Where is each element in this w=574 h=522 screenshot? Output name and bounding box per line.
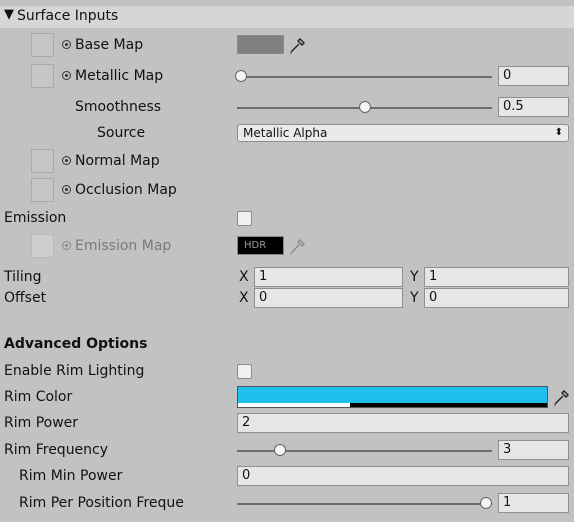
emission-map-label: Emission Map [62,238,171,254]
rim-per-position-value-field[interactable]: 1 [498,493,569,513]
rim-per-position-row: Rim Per Position Freque 1 [0,491,574,517]
texture-target-icon[interactable] [62,185,71,194]
enable-rim-row: Enable Rim Lighting [0,359,574,385]
rim-frequency-value-field[interactable]: 3 [498,440,569,460]
emission-map-row: Emission Map HDR [0,234,574,260]
occlusion-map-label: Occlusion Map [62,182,177,198]
source-label: Source [97,125,146,141]
normal-map-row: Normal Map [0,149,574,175]
rim-min-power-label: Rim Min Power [19,468,123,484]
emission-hdr-swatch[interactable]: HDR [237,236,284,255]
rim-per-position-slider-handle[interactable] [480,497,492,509]
rim-frequency-label: Rim Frequency [4,442,109,458]
rim-min-power-field[interactable]: 0 [237,466,569,486]
normal-map-texture-slot[interactable] [31,149,54,173]
dropdown-arrows-icon: ⬍ [554,127,563,138]
tiling-y-label: Y [410,269,419,285]
texture-target-icon[interactable] [62,40,71,49]
tiling-y-field[interactable]: 1 [424,267,569,287]
rim-min-power-row: Rim Min Power 0 [0,464,574,490]
rim-color-label: Rim Color [4,389,73,405]
base-map-label: Base Map [62,37,143,53]
tiling-x-field[interactable]: 1 [254,267,403,287]
offset-x-field[interactable]: 0 [254,288,403,308]
offset-y-field[interactable]: 0 [424,288,569,308]
metallic-map-row: Metallic Map 0 [0,64,574,90]
metallic-map-label: Metallic Map [62,68,163,84]
offset-label: Offset [4,290,47,306]
smoothness-value-field[interactable]: 0.5 [498,97,569,117]
eyedropper-icon[interactable] [288,236,306,256]
metallic-value-field[interactable]: 0 [498,66,569,86]
rim-color-swatch[interactable] [237,386,548,408]
section-title: Surface Inputs [17,8,119,24]
smoothness-label: Smoothness [75,99,162,115]
rim-per-position-slider-track[interactable] [237,503,492,505]
rim-per-position-label: Rim Per Position Freque [19,495,184,511]
eyedropper-icon[interactable] [552,387,570,407]
emission-label: Emission [4,210,67,226]
rim-frequency-row: Rim Frequency 3 [0,438,574,464]
texture-target-icon[interactable] [62,71,71,80]
source-selected-value: Metallic Alpha [243,126,328,140]
occlusion-map-row: Occlusion Map [0,178,574,204]
base-map-texture-slot[interactable] [31,33,54,57]
rim-color-row: Rim Color [0,385,574,411]
metallic-slider-handle[interactable] [235,70,247,82]
emission-row: Emission [0,206,574,232]
occlusion-map-texture-slot[interactable] [31,178,54,202]
advanced-options-heading: Advanced Options [4,336,148,352]
metallic-slider-track[interactable] [237,76,492,78]
offset-x-label: X [239,290,249,306]
rim-frequency-slider-handle[interactable] [274,444,286,456]
base-map-row: Base Map [0,33,574,59]
rim-power-field[interactable]: 2 [237,413,569,433]
offset-y-label: Y [410,290,419,306]
smoothness-slider-handle[interactable] [359,101,371,113]
texture-target-icon[interactable] [62,241,71,250]
tiling-label: Tiling [4,269,42,285]
surface-inputs-header[interactable]: ▼ Surface Inputs [0,6,574,28]
texture-target-icon[interactable] [62,156,71,165]
source-dropdown[interactable]: Metallic Alpha ⬍ [237,124,569,142]
rim-power-row: Rim Power 2 [0,411,574,437]
hdr-label: HDR [244,240,267,251]
enable-rim-label: Enable Rim Lighting [4,363,145,379]
collapse-arrow-icon[interactable]: ▼ [4,7,14,22]
source-row: Source Metallic Alpha ⬍ [0,121,574,147]
base-map-color-swatch[interactable] [237,35,284,54]
smoothness-row: Smoothness 0.5 [0,95,574,121]
emission-checkbox[interactable] [237,211,252,226]
alpha-bar-white [238,403,350,407]
metallic-map-texture-slot[interactable] [31,64,54,88]
alpha-bar-black [350,403,547,407]
inspector-panel: ▼ Surface Inputs Base Map Metallic Map 0… [0,0,574,522]
normal-map-label: Normal Map [62,153,160,169]
emission-map-texture-slot[interactable] [31,234,54,258]
advanced-options-row: Advanced Options [0,332,574,358]
tiling-x-label: X [239,269,249,285]
rim-power-label: Rim Power [4,415,79,431]
eyedropper-icon[interactable] [288,35,306,55]
enable-rim-checkbox[interactable] [237,364,252,379]
offset-row: Offset X 0 Y 0 [0,286,574,312]
